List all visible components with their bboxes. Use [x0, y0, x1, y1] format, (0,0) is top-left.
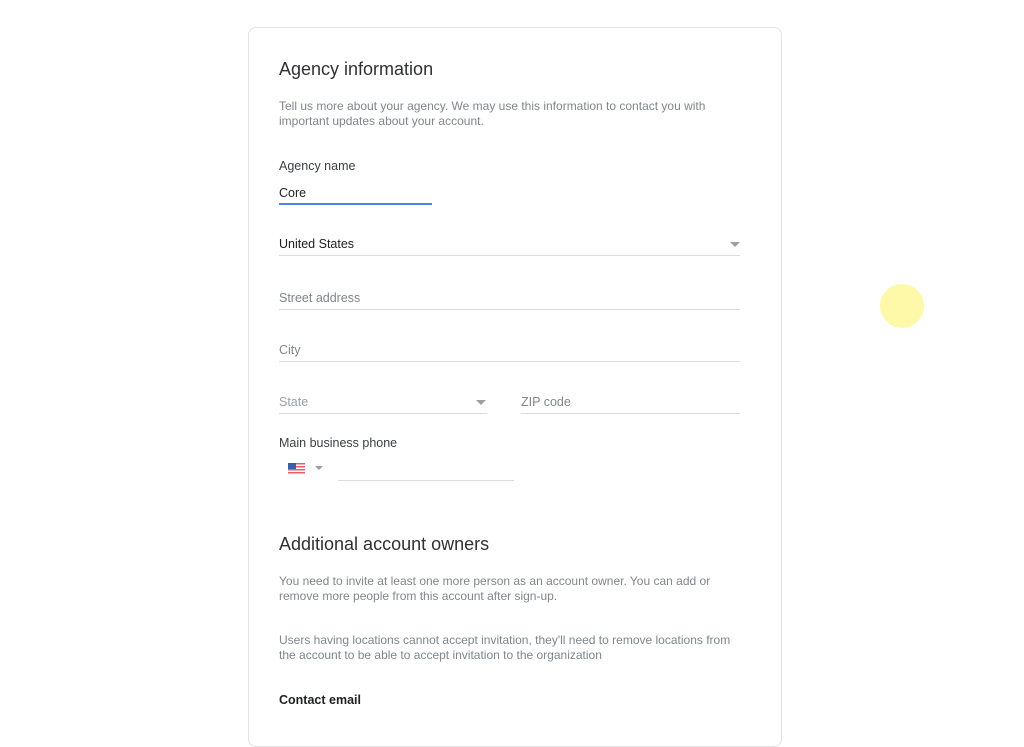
- agency-name-field[interactable]: [279, 183, 432, 205]
- phone-label: Main business phone: [279, 436, 398, 450]
- agency-name-label: Agency name: [279, 159, 356, 173]
- city-input[interactable]: [279, 340, 740, 360]
- chevron-down-icon: [476, 400, 486, 405]
- owners-section-title: Additional account owners: [279, 534, 490, 554]
- state-placeholder: State: [279, 395, 309, 409]
- country-value: United States: [279, 237, 355, 251]
- us-flag-icon[interactable]: [288, 463, 305, 474]
- zip-code-field[interactable]: [521, 392, 740, 414]
- state-select[interactable]: State: [279, 392, 487, 414]
- street-address-field[interactable]: [279, 288, 740, 310]
- agency-section-description: Tell us more about your agency. We may u…: [279, 99, 706, 128]
- country-select[interactable]: United States: [279, 234, 740, 256]
- zip-code-input[interactable]: [521, 392, 740, 412]
- street-address-input[interactable]: [279, 288, 740, 308]
- chevron-down-icon[interactable]: [315, 466, 323, 470]
- contact-email-label: Contact email: [279, 693, 361, 707]
- agency-section-title: Agency information: [279, 59, 434, 79]
- phone-field[interactable]: [338, 459, 514, 481]
- phone-input[interactable]: [338, 459, 514, 479]
- chevron-down-icon: [730, 242, 740, 247]
- owners-section-note: Users having locations cannot accept inv…: [279, 633, 731, 662]
- cursor-highlight: [880, 284, 924, 328]
- agency-name-input[interactable]: [279, 183, 432, 203]
- city-field[interactable]: [279, 340, 740, 362]
- owners-section-description: You need to invite at least one more per…: [279, 574, 711, 603]
